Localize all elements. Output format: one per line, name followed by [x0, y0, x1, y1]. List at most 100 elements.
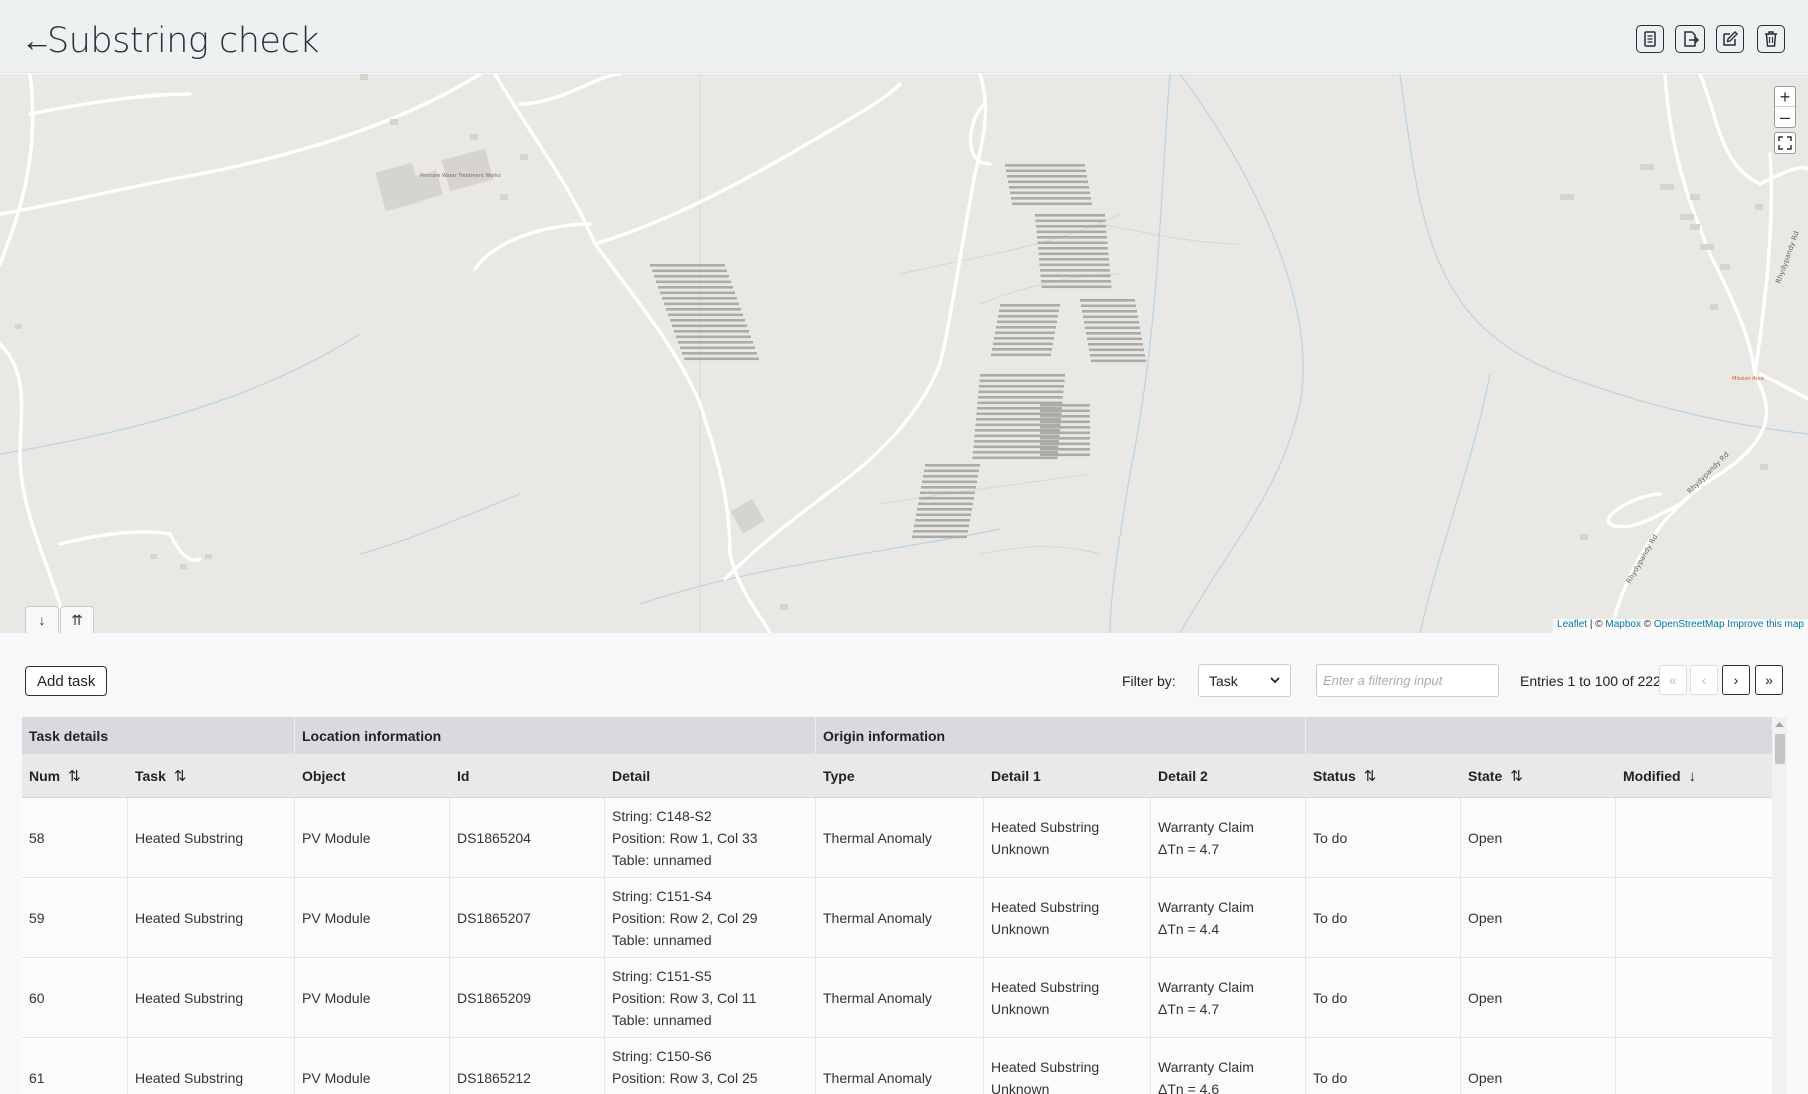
table-row[interactable]: 58 Heated Substring PV Module DS1865204 Stri… — [22, 798, 1772, 878]
cell-task: Heated Substring — [128, 798, 295, 878]
add-task-button[interactable]: Add task — [25, 666, 108, 696]
scroll-up-icon[interactable] — [1774, 720, 1785, 728]
solar-panel-row — [1039, 258, 1109, 261]
col-status[interactable]: Status ⇅ — [1306, 754, 1461, 798]
solar-panel-row — [998, 315, 1058, 318]
first-page-button[interactable]: « — [1659, 665, 1687, 695]
cell-line: Heated Substring — [991, 819, 1100, 835]
improve-map-link[interactable]: Improve this map — [1725, 619, 1804, 630]
cell-line: String: C148-S2 — [612, 808, 712, 824]
map-view[interactable]: Pennare Water Treatment Works Mission Ar… — [0, 74, 1808, 633]
solar-panel-row — [1038, 252, 1109, 256]
cell-text: Heated Substring — [135, 910, 244, 926]
cell-id: DS1865207 — [450, 878, 605, 958]
map-canvas[interactable]: Pennare Water Treatment Works Mission Ar… — [0, 74, 1808, 633]
cell-detail: String: C151-S4 Position: Row 2, Col 29 Ta… — [605, 878, 816, 958]
cell-line: Position: Row 3, Col 25 — [612, 1070, 758, 1086]
delete-icon — [1765, 31, 1777, 47]
solar-panel-row — [923, 475, 978, 478]
export-button[interactable] — [1675, 25, 1705, 53]
cell-type: Thermal Anomaly — [816, 958, 984, 1038]
col-task[interactable]: Task ⇅ — [128, 754, 295, 798]
delete-button[interactable] — [1757, 25, 1785, 53]
cell-text: 60 — [29, 990, 45, 1006]
cell-line: Table: unnamed — [612, 1089, 808, 1094]
cell-detail1: Heated Substring Unknown — [984, 798, 1151, 878]
cell-task: Heated Substring — [128, 958, 295, 1038]
scrollbar-thumb[interactable] — [1775, 734, 1785, 764]
zoom-in-button[interactable]: + — [1775, 87, 1795, 107]
solar-panel-row — [674, 330, 749, 333]
solar-panel-row — [974, 440, 1059, 443]
sort-icon[interactable]: ⇅ — [1364, 767, 1377, 785]
solar-panel-row — [1090, 354, 1145, 357]
next-page-button[interactable]: › — [1722, 665, 1750, 695]
solar-panel-row — [670, 319, 745, 322]
last-page-button[interactable]: » — [1755, 665, 1783, 695]
cell-status: To do — [1306, 958, 1461, 1038]
solar-panel-row — [1040, 437, 1090, 440]
cell-text: Open — [1468, 910, 1503, 926]
sort-desc-icon[interactable]: ↓ — [1689, 768, 1697, 785]
table-scrollbar[interactable] — [1772, 717, 1787, 1094]
col-detail-2: Detail 2 — [1158, 768, 1208, 784]
expand-map-tab[interactable]: ⇈ — [60, 606, 94, 633]
filter-select[interactable]: Task — [1198, 664, 1291, 697]
solar-panel-row — [914, 524, 969, 528]
solar-panel-row — [912, 535, 967, 539]
cell-line: ΔTn = 4.6 — [1158, 1081, 1220, 1094]
table-row[interactable]: 61 Heated Substring PV Module DS1865212 Stri… — [22, 1038, 1772, 1094]
prev-page-button[interactable]: ‹ — [1690, 665, 1718, 695]
cell-state: Open — [1461, 1038, 1616, 1094]
tasks-table: Task details Location information Origin… — [22, 717, 1772, 1094]
cell-text: Thermal Anomaly — [823, 990, 932, 1006]
col-object: Object — [302, 768, 346, 784]
col-state[interactable]: State ⇅ — [1461, 754, 1616, 798]
cell-text: Heated Substring — [135, 1070, 244, 1086]
solar-panel-row — [1080, 299, 1135, 302]
solar-panel-row — [1040, 409, 1090, 413]
solar-panel-row — [991, 353, 1051, 357]
table-row[interactable]: 60 Heated Substring PV Module DS1865209 Stri… — [22, 958, 1772, 1038]
sort-icon[interactable]: ⇅ — [174, 767, 187, 785]
col-modified[interactable]: Modified ↓ — [1616, 754, 1772, 798]
solar-panel-row — [1086, 332, 1141, 335]
cell-modified — [1616, 798, 1772, 878]
collapse-map-tab[interactable]: ↓ — [25, 606, 59, 633]
cell-text: PV Module — [302, 1070, 371, 1086]
solar-panel-row — [1036, 230, 1107, 234]
cell-line: Warranty Claim — [1158, 1059, 1254, 1075]
sort-icon[interactable]: ⇅ — [68, 767, 81, 785]
cell-object: PV Module — [295, 798, 450, 878]
solar-panel-row — [977, 407, 1062, 410]
chevron-down-icon — [1270, 677, 1280, 684]
cell-text: Heated Substring — [135, 830, 244, 846]
edit-button[interactable] — [1716, 25, 1744, 53]
osm-link[interactable]: OpenStreetMap — [1654, 619, 1725, 630]
zoom-out-button[interactable]: – — [1775, 107, 1795, 127]
solar-panel-row — [973, 451, 1058, 454]
table-row[interactable]: 59 Heated Substring PV Module DS1865207 Stri… — [22, 878, 1772, 958]
solar-panel-row — [917, 508, 972, 511]
report-button[interactable] — [1636, 25, 1664, 53]
filter-input[interactable] — [1316, 664, 1499, 697]
report-icon — [1644, 31, 1656, 47]
solar-panel-row — [918, 502, 973, 506]
solar-panel-row — [1010, 191, 1090, 195]
cell-line: String: C150-S6 — [612, 1048, 712, 1064]
mapbox-link[interactable]: Mapbox — [1605, 619, 1641, 630]
group-location-information: Location information — [295, 717, 816, 754]
cell-status: To do — [1306, 798, 1461, 878]
solar-panel-row — [915, 519, 970, 522]
fullscreen-button[interactable] — [1774, 132, 1796, 154]
solar-panel-row — [1040, 415, 1090, 418]
leaflet-link[interactable]: Leaflet — [1557, 619, 1587, 630]
solar-panel-row — [976, 412, 1062, 416]
sort-icon[interactable]: ⇅ — [1510, 767, 1523, 785]
solar-panel-row — [997, 320, 1057, 324]
cell-line: Warranty Claim — [1158, 979, 1254, 995]
col-num[interactable]: Num ⇅ — [22, 754, 128, 798]
cell-text: To do — [1313, 910, 1348, 926]
solar-panel-row — [1036, 225, 1106, 228]
col-detail: Detail — [612, 768, 651, 784]
